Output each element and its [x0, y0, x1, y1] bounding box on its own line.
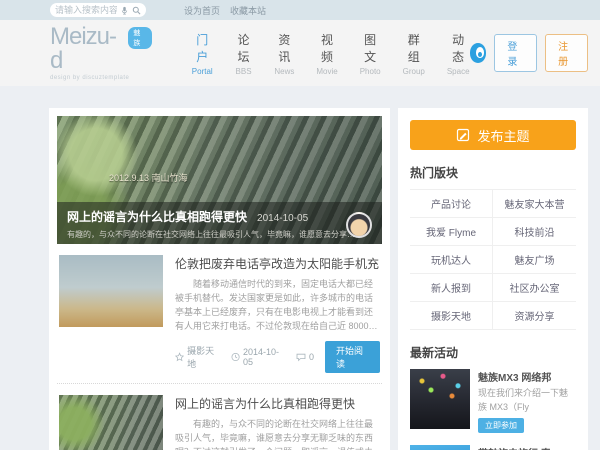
- join-now-button[interactable]: 立即参加: [478, 418, 524, 433]
- article-category[interactable]: 摄影天地: [187, 344, 220, 370]
- nav-movie[interactable]: 视频 Movie: [316, 31, 337, 76]
- hot-sections-grid: 产品讨论 魅友家大本营 我爱 Flyme 科技前沿 玩机达人 魅友广场 新人报到…: [410, 189, 576, 330]
- qq-login-icon[interactable]: [470, 43, 487, 63]
- hot-section-link[interactable]: 产品讨论: [410, 190, 493, 218]
- search-box[interactable]: [50, 3, 146, 17]
- nav-space[interactable]: 动态 Space: [447, 31, 470, 76]
- article-comment-count: 0: [309, 352, 314, 362]
- hot-sections-title: 热门版块: [410, 164, 576, 181]
- hot-section-link[interactable]: 魅友家大本营: [493, 190, 576, 218]
- logo-badge: 魅族: [128, 27, 151, 49]
- logo-text: Meizu-d: [50, 25, 125, 73]
- hot-section-link[interactable]: 玩机达人: [410, 246, 493, 274]
- hot-section-link[interactable]: 摄影天地: [410, 302, 493, 330]
- microphone-icon[interactable]: [120, 6, 129, 15]
- nav-photo[interactable]: 图文 Photo: [360, 31, 381, 76]
- article-row: 网上的谣言为什么比真相跑得更快 有趣的，与众不同的论断在社交网络上往往最吸引人气…: [57, 384, 382, 450]
- nav-bbs[interactable]: 论坛 BBS: [235, 31, 253, 76]
- hot-section-link[interactable]: 新人报到: [410, 274, 493, 302]
- hero-photo-watermark: 2012.9.13 南山竹海: [109, 171, 188, 184]
- activity-title[interactable]: 带魅族去旅行 奇: [478, 445, 576, 450]
- star-icon: [175, 352, 184, 362]
- activity-image[interactable]: [410, 369, 470, 429]
- comment-icon: [296, 352, 306, 362]
- nav-group[interactable]: 群组 Group: [403, 31, 425, 76]
- search-icon[interactable]: [132, 6, 141, 15]
- hot-section-link[interactable]: 社区办公室: [493, 274, 576, 302]
- hot-section-link[interactable]: 魅友广场: [493, 246, 576, 274]
- hero-title[interactable]: 网上的谣言为什么比真相跑得更快: [67, 208, 247, 225]
- sidebar: 发布主题 热门版块 产品讨论 魅友家大本营 我爱 Flyme 科技前沿 玩机达人…: [398, 108, 588, 450]
- main: 2012.9.13 南山竹海 网上的谣言为什么比真相跑得更快 2014-10-0…: [0, 86, 600, 450]
- search-input[interactable]: [55, 5, 117, 15]
- hero-overlay: 网上的谣言为什么比真相跑得更快 2014-10-05 有趣的，与众不同的论断在社…: [57, 202, 382, 244]
- publish-topic-button[interactable]: 发布主题: [410, 120, 576, 150]
- activity-title[interactable]: 魅族MX3 网络邦: [478, 369, 576, 384]
- header-actions: 登录 注册: [470, 34, 588, 72]
- activity-item: 带魅族 去旅行 带魅族去旅行 奇 十一假期就要来了，整整七天假 立即参加: [410, 445, 576, 450]
- site-logo[interactable]: Meizu-d 魅族 design by discuztemplate: [50, 25, 152, 81]
- header: Meizu-d 魅族 design by discuztemplate 门户 P…: [0, 20, 600, 86]
- activity-description: 现在我们来介绍一下魅族 MX3（Fly: [478, 387, 576, 414]
- hero-slide[interactable]: 2012.9.13 南山竹海 网上的谣言为什么比真相跑得更快 2014-10-0…: [57, 116, 382, 244]
- article-title[interactable]: 网上的谣言为什么比真相跑得更快: [175, 395, 380, 412]
- bookmark-site-link[interactable]: 收藏本站: [230, 4, 266, 17]
- article-title[interactable]: 伦敦把废弃电话亭改造为太阳能手机充: [175, 255, 380, 272]
- content-card: 2012.9.13 南山竹海 网上的谣言为什么比真相跑得更快 2014-10-0…: [49, 108, 390, 450]
- clock-icon: [231, 352, 240, 362]
- latest-activities-title: 最新活动: [410, 344, 576, 361]
- topbar: 设为首页 收藏本站: [0, 0, 600, 20]
- article-row: 伦敦把废弃电话亭改造为太阳能手机充 随着移动通信时代的到来，固定电话大都已经被手…: [57, 244, 382, 384]
- hot-section-link[interactable]: 科技前沿: [493, 218, 576, 246]
- read-more-button[interactable]: 开始阅读: [325, 341, 380, 373]
- set-homepage-link[interactable]: 设为首页: [184, 4, 220, 17]
- hero-excerpt: 有趣的，与众不同的论断在社交网络上往往最吸引人气，毕竟嘛，谁愿意去分享无聊乏味的…: [67, 229, 357, 240]
- article-date: 2014-10-05: [243, 347, 285, 367]
- activity-image[interactable]: 带魅族 去旅行: [410, 445, 470, 450]
- article-meta: 摄影天地 2014-10-05 0 开始阅读: [175, 341, 380, 373]
- hero-date: 2014-10-05: [257, 213, 308, 224]
- logo-subtitle: design by discuztemplate: [50, 75, 152, 81]
- login-button[interactable]: 登录: [494, 34, 537, 72]
- register-button[interactable]: 注册: [545, 34, 588, 72]
- article-excerpt: 随着移动通信时代的到来，固定电话大都已经被手机替代。发达国家更是如此，许多城市的…: [175, 278, 380, 334]
- article-thumbnail[interactable]: [59, 255, 163, 327]
- main-nav: 门户 Portal 论坛 BBS 资讯 News 视频 Movie 图文 Pho…: [192, 31, 470, 76]
- nav-portal[interactable]: 门户 Portal: [192, 31, 213, 76]
- article-thumbnail[interactable]: [59, 395, 163, 450]
- article-excerpt: 有趣的，与众不同的论断在社交网络上往往最吸引人气，毕竟嘛，谁愿意去分享无聊乏味的…: [175, 418, 380, 450]
- activity-item: 魅族MX3 网络邦 现在我们来介绍一下魅族 MX3（Fly 立即参加: [410, 369, 576, 433]
- nav-news[interactable]: 资讯 News: [274, 31, 294, 76]
- sidebar-top-card: 发布主题 热门版块 产品讨论 魅友家大本营 我爱 Flyme 科技前沿 玩机达人…: [398, 108, 588, 450]
- hot-section-link[interactable]: 资源分享: [493, 302, 576, 330]
- hero-author-avatar[interactable]: [346, 212, 372, 238]
- pencil-icon: [456, 128, 470, 142]
- topbar-links: 设为首页 收藏本站: [184, 4, 266, 17]
- hot-section-link[interactable]: 我爱 Flyme: [410, 218, 493, 246]
